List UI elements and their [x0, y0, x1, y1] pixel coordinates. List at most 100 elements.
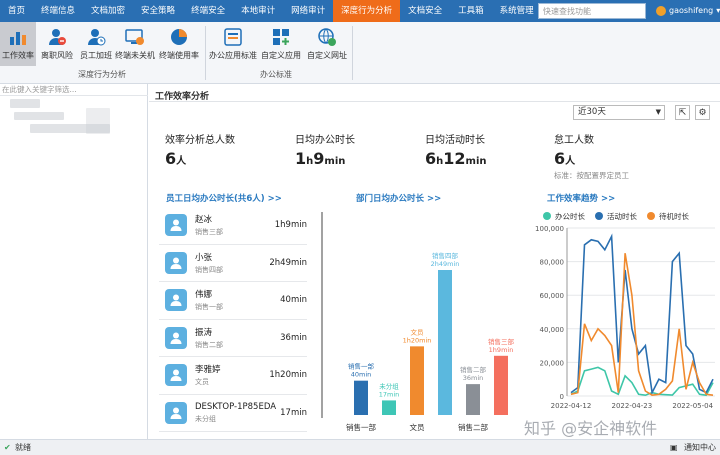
ribbon-label: 员工加班 [80, 51, 112, 60]
nav-tab[interactable]: 深度行为分析 [333, 0, 401, 22]
nav-tab[interactable]: 安全策略 [133, 0, 183, 22]
user-avatar-icon [165, 214, 187, 237]
settings-button[interactable]: ⚙ [695, 105, 710, 120]
bar[interactable] [494, 355, 508, 415]
nav-tab[interactable]: 终端安全 [183, 0, 233, 22]
stat-idle-people: 怠工人数 6人 标准：按配置界定员工 [554, 131, 629, 181]
ribbon-work-efficiency-button[interactable]: 工作效率 [0, 22, 36, 66]
legend-label: 办公时长 [555, 211, 585, 221]
ribbon-custom-app-button[interactable]: 自定义应用 [259, 22, 303, 66]
bar[interactable] [354, 380, 368, 415]
bar-x-tick: 销售一部 [346, 422, 376, 432]
bar-label: 销售三部 [488, 337, 515, 346]
nav-tab[interactable]: 文档安全 [400, 0, 450, 22]
nav-tab[interactable]: 文档加密 [83, 0, 133, 22]
dept-avg-link[interactable]: 部门日均办公时长 >> [356, 192, 441, 204]
ribbon-label: 自定义应用 [261, 51, 301, 60]
chevron-down-icon: ▾ [716, 6, 720, 15]
notification-icon[interactable]: ▣ [670, 440, 678, 455]
stat-avg-office-time: 日均办公时长 1h9min [295, 131, 355, 168]
employee-time: 36min [280, 332, 307, 343]
bar-label: 销售二部 [460, 365, 487, 374]
legend-marker [543, 212, 551, 220]
employee-row[interactable]: 振涛 销售二部 36min [159, 320, 307, 357]
nav-tab[interactable]: 工具箱 [450, 0, 492, 22]
y-tick-label: 20,000 [540, 359, 565, 367]
ribbon-overtime-button[interactable]: 员工加班 [78, 22, 114, 66]
bar[interactable] [466, 384, 480, 415]
nav-tab[interactable]: 本地审计 [233, 0, 283, 22]
ribbon-usage-rate-button[interactable]: 终端使用率 [157, 22, 201, 66]
y-tick-label: 40,000 [540, 326, 565, 334]
stat-value: 1h9min [295, 149, 346, 168]
bar-value-label: 2h49min [431, 260, 460, 268]
employee-name: DESKTOP-1P85EDA [195, 401, 277, 412]
stat-label: 日均办公时长 [295, 135, 355, 146]
y-tick-label: 0 [560, 393, 564, 401]
username: gaoshifeng [669, 6, 714, 15]
stat-value: 6人 [554, 149, 576, 168]
nav-tab[interactable]: 终端信息 [33, 0, 83, 22]
bar-chart-icon [10, 32, 26, 45]
bar-x-tick: 销售二部 [458, 422, 488, 432]
tree-item-redacted[interactable] [10, 99, 40, 108]
status-bar: ✔ 就绪 ▣ 通知中心 [0, 439, 720, 455]
bar[interactable] [410, 346, 424, 415]
employee-dept: 文员 [195, 378, 209, 387]
employee-row[interactable]: 小张 销售四部 2h49min [159, 245, 307, 282]
bar-value-label: 17min [379, 390, 400, 398]
y-tick-label: 60,000 [540, 292, 565, 300]
employee-time: 1h20min [269, 370, 307, 380]
check-icon: ✔ [4, 443, 11, 452]
nav-tab[interactable]: 系统管理 [492, 0, 542, 22]
nav-tab[interactable]: 首页 [0, 0, 33, 22]
ribbon-separator [352, 26, 353, 80]
employee-row[interactable]: 伟娜 销售一部 40min [159, 282, 307, 320]
user-avatar-icon [656, 6, 666, 16]
employee-dept: 销售三部 [195, 228, 223, 237]
series-line[interactable] [570, 253, 714, 397]
stat-total-people: 效率分析总人数 6人 [165, 131, 235, 168]
user-avatar-icon [165, 251, 187, 274]
period-select[interactable]: 近30天 ▼ [573, 105, 665, 120]
bar[interactable] [382, 400, 396, 415]
period-value: 近30天 [578, 107, 606, 117]
trend-link[interactable]: 工作效率趋势 >> [547, 192, 615, 204]
ribbon-custom-url-button[interactable]: 自定义网址 [304, 22, 350, 66]
export-button[interactable]: ⇱ [675, 105, 690, 120]
employee-name: 赵冰 [195, 215, 213, 226]
employee-list: 赵冰 销售三部 1h9min 小张 销售四部 2h49min 伟娜 销售一部 40min 振涛 销售… [159, 207, 307, 432]
ribbon-not-shutdown-button[interactable]: 终端未关机 [114, 22, 156, 66]
tree-filter-input[interactable]: 在此键入关键字筛选... [0, 84, 148, 96]
tree-filter-placeholder: 在此键入关键字筛选... [2, 85, 77, 94]
main-panel: 工作效率分析 近30天 ▼ ⇱ ⚙ 效率分析总人数 6人 日均办公时长 1h9m… [149, 84, 720, 439]
globe-plus-icon [318, 28, 336, 46]
watermark: 知乎 @安企神软件 [524, 419, 658, 438]
monitor-clock-icon [125, 29, 144, 45]
employee-avg-link[interactable]: 员工日均办公时长(共6人) >> [166, 192, 282, 204]
grid-plus-icon [273, 29, 289, 45]
employee-time: 40min [280, 295, 307, 305]
user-menu[interactable]: gaoshifeng ▾ [656, 0, 720, 22]
export-icon: ⇱ [678, 107, 687, 118]
bar-value-label: 1h9min [489, 346, 514, 354]
search-input[interactable]: 快速查找功能 [538, 3, 646, 19]
status-text: 就绪 [15, 443, 31, 452]
employee-row[interactable]: 李雅婷 文员 1h20min [159, 357, 307, 395]
employee-row[interactable]: 赵冰 销售三部 1h9min [159, 207, 307, 245]
user-clock-icon [88, 29, 106, 46]
employee-name: 振涛 [195, 327, 213, 338]
ribbon-office-app-standard-button[interactable]: 办公应用标准 [208, 22, 258, 66]
ribbon-resign-risk-button[interactable]: 离职风险 [37, 22, 77, 66]
legend-label: 活动时长 [607, 211, 637, 221]
bar[interactable] [438, 270, 452, 415]
tree-item-redacted[interactable] [14, 112, 64, 120]
stat-value: 6h12min [425, 149, 487, 168]
employee-row[interactable]: DESKTOP-1P85EDA 未分组 17min [159, 395, 307, 432]
notification-center-link[interactable]: 通知中心 [684, 440, 716, 455]
employee-dept: 未分组 [195, 414, 216, 423]
y-tick-label: 80,000 [540, 259, 565, 267]
gear-icon: ⚙ [698, 107, 707, 118]
nav-tab[interactable]: 网络审计 [283, 0, 333, 22]
ribbon-separator [205, 26, 206, 80]
